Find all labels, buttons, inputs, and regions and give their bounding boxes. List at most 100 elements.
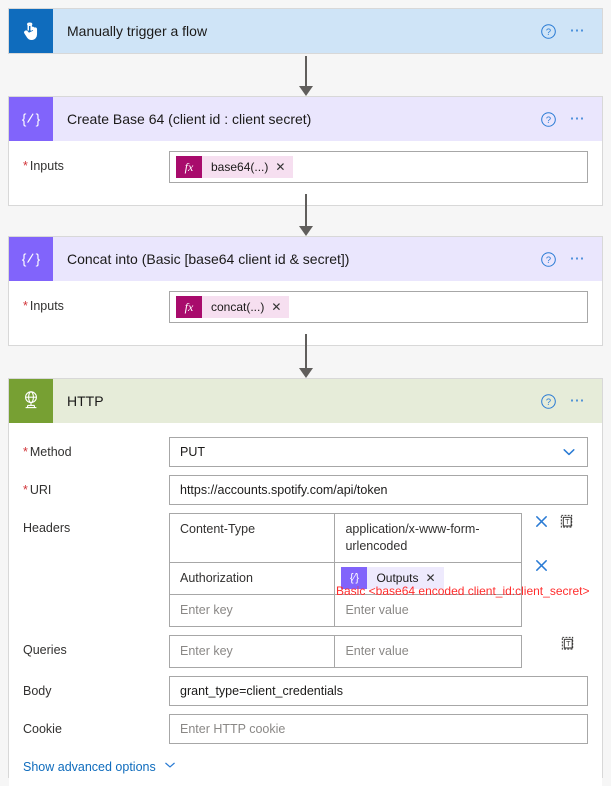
close-x-icon[interactable]	[534, 514, 549, 532]
ellipsis-icon[interactable]: ⋯	[568, 109, 588, 129]
svg-text:{: {	[22, 111, 27, 127]
close-x-icon[interactable]	[534, 558, 549, 576]
header-value-cell[interactable]: {∕} Outputs ✕	[334, 562, 522, 595]
header-key-cell[interactable]: Enter key	[168, 594, 336, 627]
svg-text:T: T	[565, 519, 570, 526]
header-value-token[interactable]: {∕} Outputs ✕	[335, 563, 521, 594]
dynamic-content-token-outputs[interactable]: {∕} Outputs ✕	[341, 567, 444, 589]
svg-text:?: ?	[545, 114, 550, 124]
remove-token-icon[interactable]: ✕	[425, 570, 435, 587]
connector-arrow	[298, 194, 314, 236]
method-value: PUT	[180, 445, 205, 459]
queries-row: Queries Enter key Enter value T	[23, 635, 588, 668]
cookie-input[interactable]: Enter HTTP cookie	[169, 714, 588, 744]
query-value-cell[interactable]: Enter value	[334, 635, 522, 668]
step-header[interactable]: Manually trigger a flow ? ⋯	[9, 9, 602, 53]
step-header[interactable]: HTTP ? ⋯	[9, 379, 602, 423]
remove-token-icon[interactable]: ✕	[271, 300, 281, 314]
expression-token-base64[interactable]: fx base64(...) ✕	[176, 156, 294, 178]
uri-input[interactable]: https://accounts.spotify.com/api/token	[169, 475, 588, 505]
uri-row: * URI https://accounts.spotify.com/api/to…	[23, 475, 588, 505]
step-title: Concat into (Basic [base64 client id & s…	[67, 251, 350, 267]
text-mode-clipboard-icon[interactable]: T	[560, 635, 575, 654]
inputs-token-input[interactable]: fx concat(...) ✕	[169, 291, 588, 323]
http-body: * Method PUT * URI https://accounts.spot…	[9, 423, 602, 786]
body-input[interactable]: grant_type=client_credentials	[169, 676, 588, 706]
fx-icon: fx	[176, 156, 202, 178]
method-select[interactable]: PUT	[169, 437, 588, 467]
flow-step-trigger[interactable]: Manually trigger a flow ? ⋯	[8, 8, 603, 54]
inputs-token-input[interactable]: fx base64(...) ✕	[169, 151, 588, 183]
header-key-cell[interactable]: Content-Type	[168, 513, 336, 563]
help-circle-icon[interactable]: ?	[538, 391, 558, 411]
ellipsis-icon[interactable]: ⋯	[568, 21, 588, 41]
svg-text:?: ?	[545, 254, 550, 264]
flow-step-create-base64[interactable]: { } Create Base 64 (client id : client s…	[8, 96, 603, 206]
query-value-placeholder: Enter value	[345, 644, 409, 658]
header-key-value: Authorization	[180, 571, 253, 585]
inputs-field[interactable]: fx base64(...) ✕	[169, 151, 588, 183]
ellipsis-icon[interactable]: ⋯	[568, 249, 588, 269]
header-value-cell[interactable]: Enter value	[334, 594, 522, 627]
required-asterisk: *	[23, 299, 28, 313]
table-row[interactable]: Content-Type application/x-www-form-urle…	[168, 513, 522, 563]
ellipsis-icon[interactable]: ⋯	[568, 391, 588, 411]
cookie-label: Cookie	[23, 722, 62, 736]
uri-label: * URI	[23, 483, 52, 497]
headers-row: Headers Content-Type application/x-www-f…	[23, 513, 588, 627]
step-header-actions: ? ⋯	[538, 21, 602, 41]
body-label: Body	[23, 684, 52, 698]
chevron-down-icon[interactable]	[561, 444, 577, 460]
method-field[interactable]: PUT	[169, 437, 588, 467]
uri-field[interactable]: https://accounts.spotify.com/api/token	[169, 475, 588, 505]
method-row: * Method PUT	[23, 437, 588, 467]
fx-icon: fx	[176, 296, 202, 318]
svg-text:}: }	[36, 111, 41, 127]
headers-table: Content-Type application/x-www-form-urle…	[168, 513, 522, 627]
step-header-actions: ? ⋯	[538, 391, 602, 411]
cookie-row: Cookie Enter HTTP cookie	[23, 714, 588, 744]
help-circle-icon[interactable]: ?	[538, 249, 558, 269]
flow-step-http[interactable]: HTTP ? ⋯ * Method PUT * URI https://acco…	[8, 378, 603, 786]
query-key-cell[interactable]: Enter key	[168, 635, 336, 668]
inputs-row: * Inputs fx concat(...) ✕	[23, 291, 588, 323]
step-header[interactable]: { } Create Base 64 (client id : client s…	[9, 97, 602, 141]
header-key-placeholder: Enter key	[180, 603, 233, 617]
token-label: concat(...)	[211, 300, 265, 314]
inputs-label: * Inputs	[23, 159, 64, 173]
token-body: concat(...) ✕	[202, 296, 290, 318]
connector-arrow	[298, 56, 314, 96]
globe-network-icon	[9, 379, 53, 423]
header-key-value: Content-Type	[180, 522, 256, 536]
body-field[interactable]: grant_type=client_credentials	[169, 676, 588, 706]
flow-step-concat[interactable]: { } Concat into (Basic [base64 client id…	[8, 236, 603, 346]
inputs-field[interactable]: fx concat(...) ✕	[169, 291, 588, 323]
help-circle-icon[interactable]: ?	[538, 109, 558, 129]
chevron-down-icon	[163, 758, 177, 775]
required-asterisk: *	[23, 445, 28, 459]
table-row[interactable]: Enter key Enter value	[168, 635, 522, 668]
body-value: grant_type=client_credentials	[180, 684, 343, 698]
svg-text:}: }	[36, 251, 41, 267]
compose-braces-icon: { }	[9, 237, 53, 281]
expression-token-concat[interactable]: fx concat(...) ✕	[176, 296, 290, 318]
table-row[interactable]: Authorization {∕} Outputs ✕	[168, 562, 522, 595]
text-mode-clipboard-icon[interactable]: T	[559, 513, 574, 532]
show-advanced-options-link[interactable]: Show advanced options	[23, 758, 177, 775]
queries-table: Enter key Enter value	[168, 635, 522, 668]
header-value-value: application/x-www-form-urlencoded	[345, 522, 480, 553]
body-row: Body grant_type=client_credentials	[23, 676, 588, 706]
svg-text:T: T	[566, 641, 571, 648]
header-key-cell[interactable]: Authorization	[168, 562, 336, 595]
token-body: Outputs ✕	[367, 567, 444, 589]
step-title: Manually trigger a flow	[67, 23, 208, 39]
table-row[interactable]: Enter key Enter value	[168, 594, 522, 627]
header-value-cell[interactable]: application/x-www-form-urlencoded	[334, 513, 522, 563]
cookie-field[interactable]: Enter HTTP cookie	[169, 714, 588, 744]
remove-token-icon[interactable]: ✕	[275, 160, 285, 174]
svg-text:?: ?	[545, 396, 550, 406]
help-circle-icon[interactable]: ?	[538, 21, 558, 41]
step-header[interactable]: { } Concat into (Basic [base64 client id…	[9, 237, 602, 281]
inputs-row: * Inputs fx base64(...) ✕	[23, 151, 588, 183]
query-key-placeholder: Enter key	[180, 644, 233, 658]
